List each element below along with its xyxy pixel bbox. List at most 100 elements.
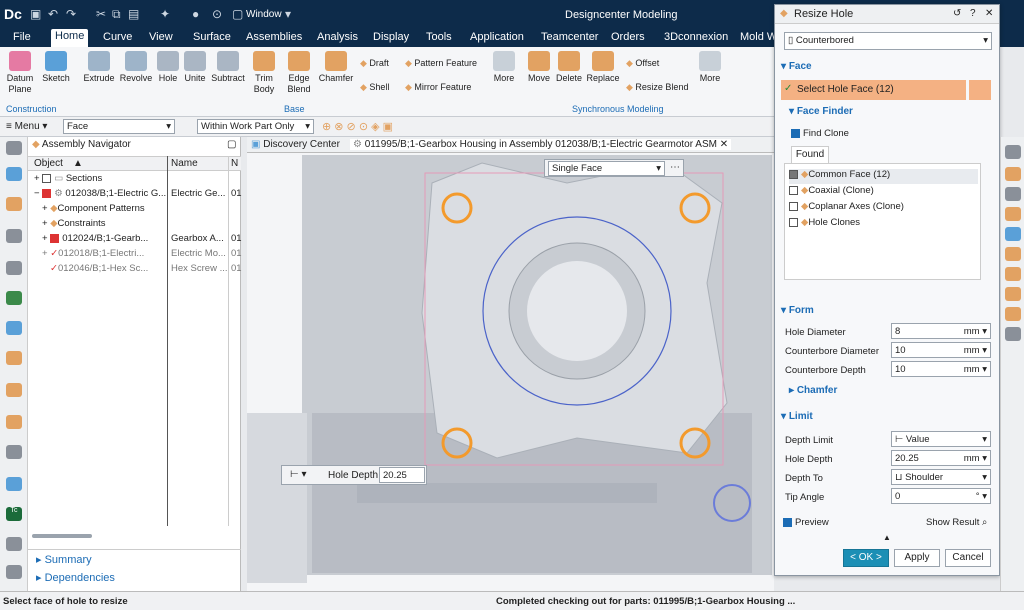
cancel-button[interactable]: Cancel xyxy=(945,549,991,567)
tab-found[interactable]: Found xyxy=(791,146,829,163)
tab-surface[interactable]: Surface xyxy=(193,31,231,43)
assembly-navigator-icon[interactable] xyxy=(6,197,22,211)
side-icon[interactable] xyxy=(1005,267,1021,281)
side-icon[interactable] xyxy=(1005,227,1021,241)
constraint-navigator-icon[interactable] xyxy=(6,229,22,243)
window-icon[interactable]: ▢ xyxy=(232,7,243,21)
unit-dropdown[interactable]: mm ▾ xyxy=(964,364,987,375)
subtract-button[interactable]: Subtract xyxy=(210,51,246,83)
checkbox[interactable] xyxy=(789,201,798,211)
trim-body-button[interactable]: Trim Body xyxy=(249,51,279,95)
column-number[interactable]: N xyxy=(231,158,238,169)
base-more-button[interactable]: More xyxy=(490,51,518,83)
scope-dropdown[interactable]: Within Work Part Only ▾ xyxy=(197,119,314,134)
tab-assemblies[interactable]: Assemblies xyxy=(246,31,302,43)
horizontal-scrollbar[interactable] xyxy=(32,534,92,538)
tab-display[interactable]: Display xyxy=(373,31,409,43)
view-icon[interactable]: ⊙ xyxy=(212,7,222,21)
preview-checkbox[interactable]: Preview xyxy=(783,517,829,528)
limit-section-header[interactable]: ▾ Limit xyxy=(781,411,1001,422)
hole-button[interactable]: Hole xyxy=(156,51,180,83)
pattern-feature-button[interactable]: ◆ Pattern Feature xyxy=(405,58,477,69)
apply-button[interactable]: Apply xyxy=(894,549,940,567)
tip-angle-field[interactable]: 0 ° ▾ xyxy=(891,488,991,504)
maximize-icon[interactable]: ▢ xyxy=(227,139,236,150)
hole-depth-field[interactable]: 20.25 mm ▾ xyxy=(891,450,991,466)
materials-icon[interactable] xyxy=(6,383,22,397)
tree-row[interactable]: − ⚙ 012038/B;1-Electric G... Electric Ge.… xyxy=(28,188,242,203)
mirror-feature-button[interactable]: ◆ Mirror Feature xyxy=(405,82,471,93)
unit-dropdown[interactable]: mm ▾ xyxy=(964,453,987,464)
side-icon[interactable] xyxy=(1005,327,1021,341)
teamcenter-icon[interactable]: Tc xyxy=(6,507,22,521)
depth-to-dropdown[interactable]: ⊔ Shoulder ▾ xyxy=(891,469,991,485)
list-item[interactable]: ◆Hole Clones xyxy=(789,217,860,228)
checkbox[interactable] xyxy=(789,185,798,195)
single-face-dropdown[interactable]: Single Face ▾ xyxy=(548,161,665,176)
copy-icon[interactable]: ⧉ xyxy=(112,7,121,22)
type-filter-dropdown[interactable]: Face ▾ xyxy=(63,119,175,134)
checkbox[interactable] xyxy=(783,517,792,527)
help-icon[interactable]: ? xyxy=(970,8,976,19)
view-manager-icon[interactable] xyxy=(6,291,22,305)
menu-button[interactable]: ≡ Menu ▾ xyxy=(6,121,47,132)
tab-home[interactable]: Home xyxy=(51,29,89,47)
list-item[interactable]: ◆Coplanar Axes (Clone) xyxy=(789,201,904,212)
history-icon[interactable] xyxy=(6,321,22,335)
tab-curve[interactable]: Curve xyxy=(103,31,132,43)
tab-view[interactable]: View xyxy=(149,31,173,43)
tab-analysis[interactable]: Analysis xyxy=(317,31,358,43)
collapse-dialog-icon[interactable]: ▲ xyxy=(883,533,891,542)
chamfer-button[interactable]: Chamfer xyxy=(318,51,354,83)
move-button[interactable]: Move xyxy=(526,51,552,83)
cut-icon[interactable]: ✂ xyxy=(96,7,106,21)
unit-dropdown[interactable]: mm ▾ xyxy=(964,345,987,356)
web-browser-icon[interactable] xyxy=(6,477,22,491)
datum-plane-button[interactable]: Datum Plane xyxy=(4,51,36,95)
roles-icon[interactable] xyxy=(6,415,22,429)
side-icon[interactable] xyxy=(1005,207,1021,221)
customize-icon[interactable]: ▾ xyxy=(285,7,291,21)
replace-button[interactable]: Replace xyxy=(586,51,620,83)
hole-type-dropdown[interactable]: ▯ Counterbored ▾ xyxy=(784,32,992,50)
side-icon[interactable] xyxy=(1005,145,1021,159)
reuse-library-icon[interactable] xyxy=(6,261,22,275)
face-selector-icon[interactable] xyxy=(969,80,991,100)
face-finder-header[interactable]: ▾ Face Finder xyxy=(789,106,1009,117)
edge-blend-button[interactable]: Edge Blend xyxy=(282,51,316,95)
group-base[interactable]: Base xyxy=(284,104,305,114)
microphone-icon[interactable]: ● xyxy=(192,7,199,21)
counterbore-depth-field[interactable]: 10 mm ▾ xyxy=(891,361,991,377)
depth-limit-dropdown[interactable]: ⊢ Value ▾ xyxy=(891,431,991,447)
dependencies-panel[interactable]: ▸ Dependencies xyxy=(36,571,115,584)
tree-row[interactable]: + ▭ Sections xyxy=(28,173,241,188)
tab-teamcenter[interactable]: Teamcenter xyxy=(541,31,598,43)
model-view[interactable] xyxy=(247,153,774,591)
resize-blend-button[interactable]: ◆ Resize Blend xyxy=(626,82,688,93)
form-section-header[interactable]: ▾ Form xyxy=(781,305,1001,316)
more-options-icon[interactable]: ⋯ xyxy=(670,162,680,173)
save-icon[interactable]: ▣ xyxy=(30,7,41,21)
extrude-button[interactable]: Extrude xyxy=(82,51,116,83)
side-icon[interactable] xyxy=(1005,187,1021,201)
ok-button[interactable]: < OK > xyxy=(843,549,889,567)
window-menu[interactable]: Window xyxy=(246,9,282,20)
reset-icon[interactable]: ↺ xyxy=(953,8,961,19)
sort-ascending-icon[interactable]: ▲ xyxy=(73,158,83,169)
revolve-button[interactable]: Revolve xyxy=(118,51,154,83)
checkbox[interactable] xyxy=(791,128,800,138)
checkbox[interactable] xyxy=(789,217,798,227)
side-icon[interactable] xyxy=(1005,167,1021,181)
face-section-header[interactable]: ▾ Face xyxy=(781,61,1001,72)
part-navigator-icon[interactable] xyxy=(6,167,22,181)
column-object[interactable]: Object xyxy=(34,158,63,169)
summary-panel[interactable]: ▸ Summary xyxy=(36,553,92,566)
hole-diameter-field[interactable]: 8 mm ▾ xyxy=(891,323,991,339)
unit-dropdown[interactable]: mm ▾ xyxy=(964,326,987,337)
palette-icon[interactable] xyxy=(6,351,22,365)
tab-application[interactable]: Application xyxy=(470,31,524,43)
tree-row[interactable]: + 012024/B;1-Gearb... Gearbox A... 01 xyxy=(28,233,242,248)
tab-discovery-center[interactable]: ▣ Discovery Center xyxy=(251,139,340,150)
snap-icon[interactable]: ✦ xyxy=(160,7,170,21)
tab-mold[interactable]: Mold W xyxy=(740,31,777,43)
